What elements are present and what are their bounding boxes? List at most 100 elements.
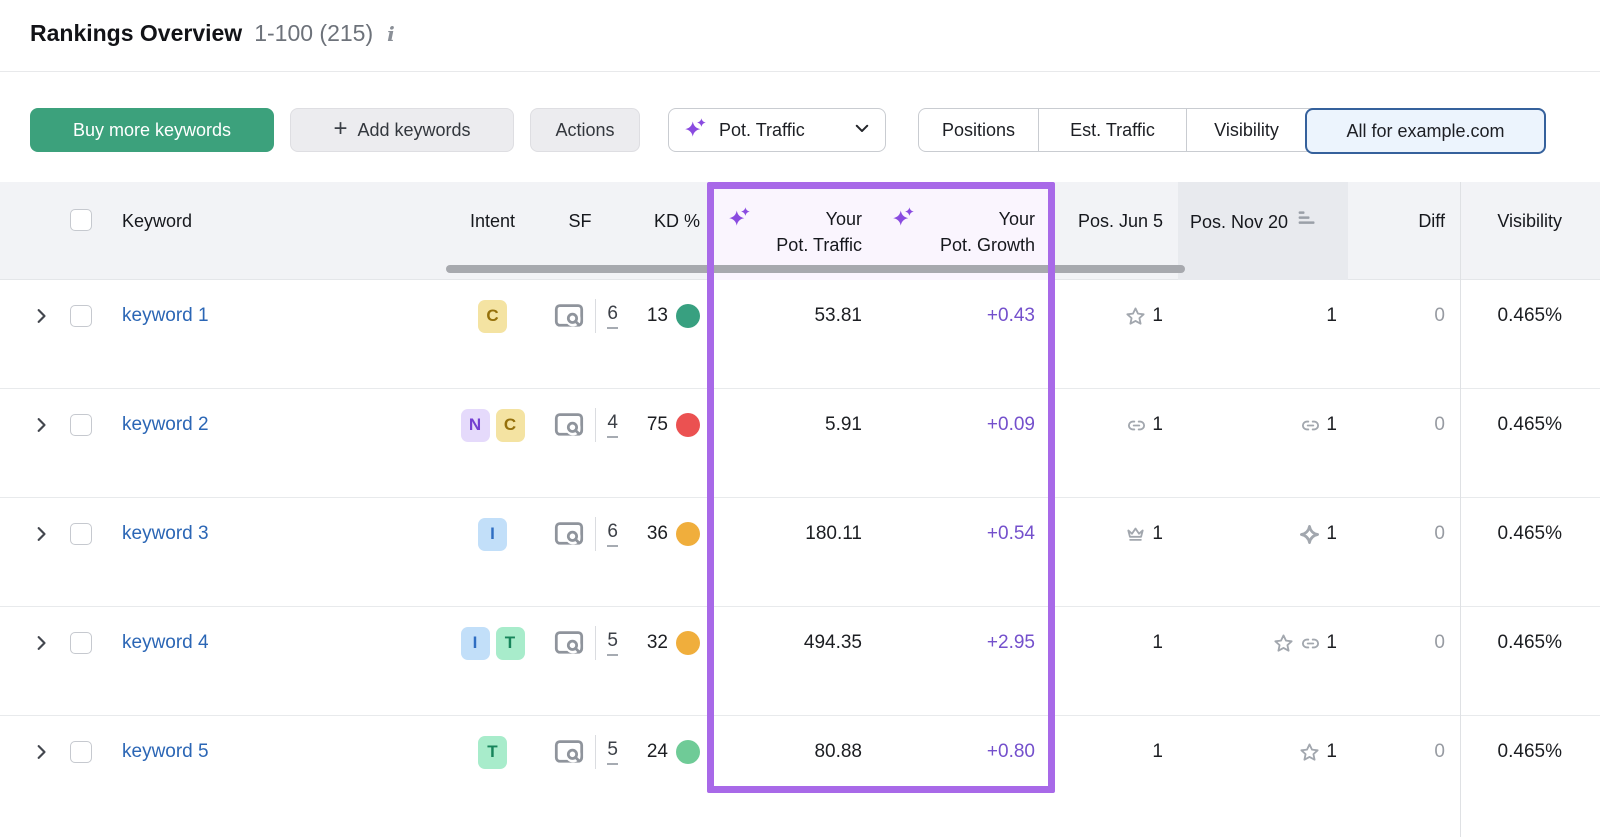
intent-badge-I[interactable]: I — [478, 518, 507, 551]
column-header-pot-growth[interactable]: Your Pot. Growth — [895, 206, 1035, 258]
sort-ascending-icon — [1297, 208, 1317, 235]
kd-value: 36 — [647, 523, 668, 545]
link-icon — [1300, 415, 1321, 436]
serp-features-icon[interactable] — [554, 739, 584, 765]
intent-badge-T[interactable]: T — [478, 736, 507, 769]
column-header-diff[interactable]: Diff — [1380, 208, 1445, 234]
kd-value: 75 — [647, 414, 668, 436]
pos-jun5-value: 1 — [1152, 305, 1163, 327]
serp-features-icon[interactable] — [554, 630, 584, 656]
intent-badge-C[interactable]: C — [478, 300, 507, 333]
kd-difficulty-dot — [676, 413, 700, 437]
info-icon[interactable]: i — [385, 22, 395, 46]
diff-value: 0 — [1380, 409, 1445, 441]
table-row: keyword 3I636180.11+0.541100.465% — [0, 498, 1600, 607]
star-icon — [1298, 741, 1321, 764]
diamond-icon — [1298, 523, 1321, 546]
column-header-pot-traffic[interactable]: Your Pot. Traffic — [720, 206, 862, 258]
tab-positions[interactable]: Positions — [919, 109, 1038, 151]
divider — [595, 299, 596, 333]
keyword-link[interactable]: keyword 2 — [122, 414, 209, 436]
kd-cell: 36 — [600, 518, 700, 550]
kd-difficulty-dot — [676, 631, 700, 655]
kd-value: 32 — [647, 632, 668, 654]
keyword-link[interactable]: keyword 4 — [122, 632, 209, 654]
kd-difficulty-dot — [676, 522, 700, 546]
page-title: Rankings Overview — [30, 20, 242, 47]
link-icon — [1300, 633, 1321, 654]
serp-features-icon[interactable] — [554, 521, 584, 547]
link-icon — [1126, 415, 1147, 436]
row-checkbox[interactable] — [70, 741, 92, 763]
toolbar: Buy more keywords + Add keywords Actions… — [0, 108, 1600, 152]
serp-features-icon[interactable] — [554, 303, 584, 329]
diff-value: 0 — [1380, 627, 1445, 659]
row-checkbox[interactable] — [70, 632, 92, 654]
pos-jun5-value: 1 — [1152, 523, 1163, 545]
add-keywords-button[interactable]: + Add keywords — [290, 108, 514, 152]
pos-jun5-value: 1 — [1152, 632, 1163, 654]
table-row: keyword 2NC4755.91+0.091100.465% — [0, 389, 1600, 498]
chevron-down-icon — [853, 119, 871, 142]
keyword-link[interactable]: keyword 3 — [122, 523, 209, 545]
expand-chevron-icon[interactable] — [32, 736, 56, 768]
expand-chevron-icon[interactable] — [32, 409, 56, 441]
pot-traffic-value: 53.81 — [720, 300, 862, 332]
column-header-keyword[interactable]: Keyword — [122, 208, 192, 234]
pot-traffic-value: 180.11 — [720, 518, 862, 550]
row-checkbox[interactable] — [70, 414, 92, 436]
kd-difficulty-dot — [676, 740, 700, 764]
column-divider — [1460, 182, 1461, 837]
kd-cell: 75 — [600, 409, 700, 441]
pos-nov20-cell: 1 — [1190, 518, 1337, 550]
expand-chevron-icon[interactable] — [32, 627, 56, 659]
pot-traffic-value: 5.91 — [720, 409, 862, 441]
pot-growth-value: +0.54 — [895, 518, 1035, 550]
expand-chevron-icon[interactable] — [32, 518, 56, 550]
intent-badge-N[interactable]: N — [461, 409, 490, 442]
kd-value: 24 — [647, 741, 668, 763]
metric-dropdown-label: Pot. Traffic — [719, 120, 843, 141]
pos-jun5-cell: 1 — [1040, 409, 1163, 441]
kd-cell: 24 — [600, 736, 700, 768]
tab-visibility[interactable]: Visibility — [1186, 109, 1306, 151]
pot-growth-value: +0.43 — [895, 300, 1035, 332]
visibility-value: 0.465% — [1465, 518, 1562, 550]
pot-growth-value: +0.80 — [895, 736, 1035, 768]
column-header-kd[interactable]: KD % — [600, 208, 700, 234]
pot-traffic-value: 80.88 — [720, 736, 862, 768]
actions-button[interactable]: Actions — [530, 108, 640, 152]
column-header-visibility[interactable]: Visibility — [1465, 208, 1562, 234]
row-checkbox[interactable] — [70, 305, 92, 327]
pot-growth-value: +0.09 — [895, 409, 1035, 441]
page-range: 1-100 (215) — [254, 20, 373, 47]
metric-dropdown[interactable]: Pot. Traffic — [668, 108, 886, 152]
pos-nov20-cell: 1 — [1190, 409, 1337, 441]
table-row: keyword 5T52480.88+0.801100.465% — [0, 716, 1600, 837]
column-header-pos-nov20[interactable]: Pos. Nov 20 — [1190, 208, 1317, 235]
diff-value: 0 — [1380, 736, 1445, 768]
row-checkbox[interactable] — [70, 523, 92, 545]
expand-chevron-icon[interactable] — [32, 300, 56, 332]
tab-est-traffic[interactable]: Est. Traffic — [1038, 109, 1186, 151]
keyword-link[interactable]: keyword 1 — [122, 305, 209, 327]
pos-nov20-value: 1 — [1326, 741, 1337, 763]
visibility-value: 0.465% — [1465, 736, 1562, 768]
sparkles-icon — [683, 115, 709, 146]
tab-all-for-domain[interactable]: All for example.com — [1305, 108, 1546, 154]
pos-jun5-cell: 1 — [1040, 627, 1163, 659]
pos-nov20-value: 1 — [1326, 632, 1337, 654]
pos-nov20-value: 1 — [1326, 305, 1337, 327]
diff-value: 0 — [1380, 518, 1445, 550]
keyword-link[interactable]: keyword 5 — [122, 741, 209, 763]
column-header-pos-jun5[interactable]: Pos. Jun 5 — [1040, 208, 1163, 234]
visibility-value: 0.465% — [1465, 300, 1562, 332]
horizontal-scrollbar[interactable] — [446, 265, 1185, 273]
divider — [595, 517, 596, 551]
intent-badge-I[interactable]: I — [461, 627, 490, 660]
buy-more-keywords-button[interactable]: Buy more keywords — [30, 108, 274, 152]
pot-growth-value: +2.95 — [895, 627, 1035, 659]
serp-features-icon[interactable] — [554, 412, 584, 438]
select-all-checkbox[interactable] — [70, 209, 92, 231]
kd-cell: 32 — [600, 627, 700, 659]
